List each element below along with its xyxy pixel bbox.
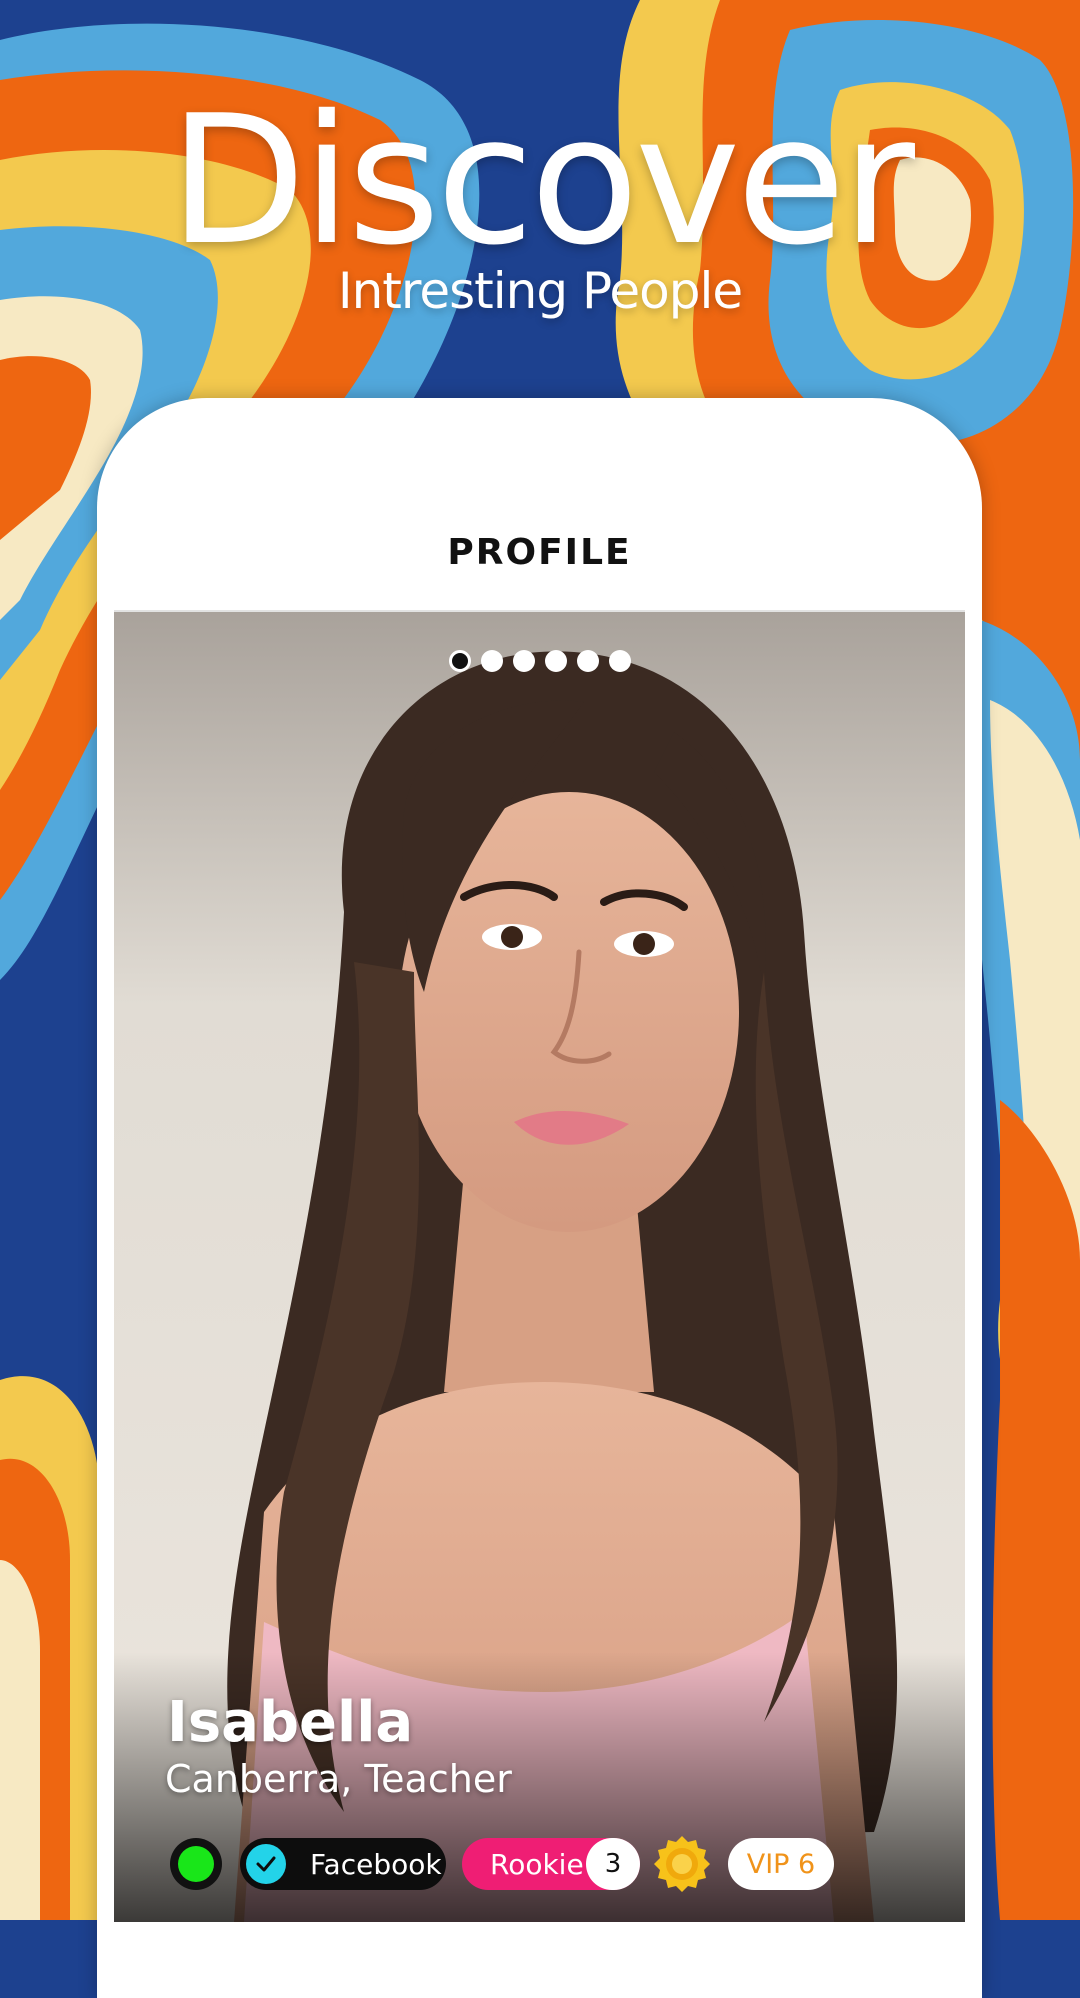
page-title: PROFILE — [447, 532, 632, 573]
hero-title: Discover — [168, 77, 915, 284]
online-status-badge — [170, 1838, 222, 1890]
app-header: PROFILE — [114, 398, 965, 610]
pagination-dot-5[interactable] — [576, 650, 599, 672]
profile-name: Isabella — [167, 1690, 414, 1755]
rookie-count: 3 — [586, 1838, 640, 1890]
facebook-label: Facebook — [310, 1847, 442, 1881]
vip-badge[interactable]: VIP 6 — [728, 1838, 834, 1890]
profile-location-job: Canberra, Teacher — [165, 1757, 512, 1801]
hero-subtitle: Intresting People — [337, 262, 743, 320]
rookie-label: Rookie — [490, 1847, 584, 1881]
pagination-dot-6[interactable] — [608, 650, 631, 672]
facebook-verified-badge[interactable]: Facebook — [240, 1838, 446, 1890]
pagination-dot-1[interactable] — [448, 650, 471, 672]
rookie-level-badge[interactable]: Rookie 3 — [462, 1838, 640, 1890]
pagination-dot-2[interactable] — [480, 650, 503, 672]
pagination-dot-4[interactable] — [544, 650, 567, 672]
check-icon — [246, 1844, 286, 1884]
online-indicator-icon — [178, 1846, 214, 1882]
gold-coin-icon — [654, 1836, 710, 1892]
pagination-dot-3[interactable] — [512, 650, 535, 672]
photo-pagination — [114, 650, 965, 674]
